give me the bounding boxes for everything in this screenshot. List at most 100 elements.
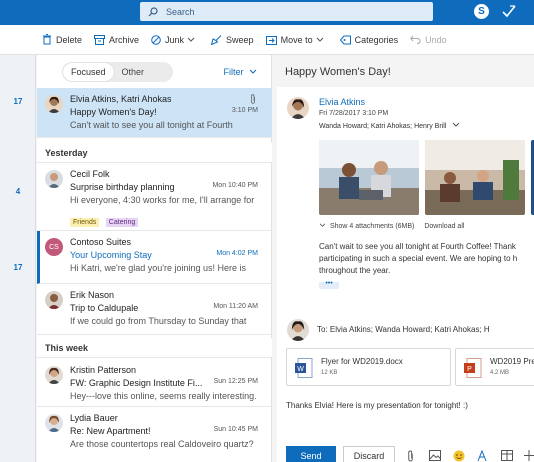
reply-recipients[interactable]: To: Elvia Atkins; Wanda Howard; Katri Ah… bbox=[317, 325, 490, 334]
message-time: Sun 10:45 PM bbox=[213, 426, 258, 433]
search-box[interactable]: Search bbox=[140, 2, 433, 21]
broom-icon bbox=[211, 34, 222, 45]
archive-label: Archive bbox=[109, 34, 140, 45]
avatar: CS bbox=[45, 238, 63, 256]
avatar bbox=[287, 319, 309, 341]
filter-button[interactable]: Filter bbox=[223, 67, 257, 77]
table-icon[interactable] bbox=[501, 450, 513, 461]
message-subject: Trip to Caldupale bbox=[70, 303, 139, 313]
discard-button[interactable]: Discard bbox=[343, 446, 395, 462]
avatar bbox=[45, 414, 63, 432]
message-subject: Re: New Apartment! bbox=[70, 426, 151, 436]
search-icon bbox=[148, 6, 158, 16]
message-sender: Cecil Folk bbox=[70, 169, 110, 179]
message-preview: Hey---love this online, seems really int… bbox=[70, 391, 257, 401]
reply-compose: To: Elvia Atkins; Wanda Howard; Katri Ah… bbox=[277, 308, 534, 462]
recipients-list: Wanda Howard; Katri Ahokas; Henry Brill bbox=[319, 123, 447, 130]
search-placeholder: Search bbox=[166, 6, 195, 17]
message-subject: Happy Women's Day! bbox=[70, 107, 157, 117]
junk-button[interactable]: Junk bbox=[151, 35, 199, 45]
chevron-down-icon bbox=[316, 37, 323, 42]
rail-date: 17 bbox=[13, 97, 23, 106]
message-time: 3:10 PM bbox=[231, 107, 258, 114]
move-to-label: Move to bbox=[280, 34, 313, 45]
sent-date: Fri 7/28/2017 3:10 PM bbox=[319, 110, 389, 117]
move-to-button[interactable]: Move to bbox=[265, 34, 328, 45]
list-item[interactable]: Cecil Folk Surprise birthday planning Mo… bbox=[37, 163, 272, 231]
sweep-button[interactable]: Sweep bbox=[211, 35, 254, 45]
avatar bbox=[45, 291, 63, 309]
tab-focused[interactable]: Focused bbox=[63, 63, 114, 81]
rail-date: 17 bbox=[13, 263, 23, 272]
feedback-check-icon[interactable] bbox=[501, 3, 517, 19]
show-more-button[interactable]: ••• bbox=[319, 280, 339, 289]
avatar bbox=[45, 95, 63, 113]
paperclip-icon bbox=[251, 94, 255, 104]
section-header-this-week: This week bbox=[37, 338, 272, 358]
message-time: Mon 11:20 AM bbox=[213, 303, 258, 310]
file-size: 4.2 MB bbox=[490, 370, 510, 376]
attachments-bar: Show 4 attachments (6MB) Download all bbox=[319, 223, 464, 230]
undo-button[interactable]: Undo bbox=[410, 35, 447, 45]
powerpoint-icon: P bbox=[464, 358, 482, 378]
list-item[interactable]: Erik Nason Trip to Caldupale Mon 11:20 A… bbox=[37, 284, 272, 335]
conversation-title: Happy Women's Day! bbox=[285, 66, 391, 78]
message-subject: Your Upcoming Stay bbox=[70, 250, 152, 260]
body-line: Can't wait to see you all tonight at Fou… bbox=[319, 242, 516, 251]
list-item[interactable]: Elvia Atkins, Katri Ahokas Happy Women's… bbox=[37, 88, 272, 138]
attachment-photo[interactable] bbox=[425, 140, 525, 215]
categories-label: Categories bbox=[354, 34, 399, 45]
download-all-link[interactable]: Download all bbox=[424, 223, 464, 230]
file-size: 12 KB bbox=[321, 370, 338, 376]
chevron-down-icon bbox=[187, 37, 195, 42]
date-rail: 17 4 17 bbox=[0, 55, 36, 462]
junk-label: Junk bbox=[165, 34, 185, 45]
message-preview: Hi everyone, 4:30 works for me, I'll arr… bbox=[70, 195, 255, 205]
inbox-pivot: Focused Other bbox=[62, 62, 173, 82]
attachment-photo[interactable] bbox=[319, 140, 419, 215]
message-preview: If we could go from Thursday to Sunday t… bbox=[70, 316, 247, 326]
reading-pane: Happy Women's Day! Elvia Atkins Fri 7/28… bbox=[272, 55, 534, 462]
chevron-down-icon bbox=[249, 69, 257, 74]
delete-button[interactable]: Delete bbox=[42, 34, 82, 45]
message-sender: Kristin Patterson bbox=[70, 365, 137, 375]
rail-date: 4 bbox=[15, 187, 21, 196]
more-options-icon[interactable] bbox=[524, 450, 534, 461]
message-sender: Lydia Bauer bbox=[70, 413, 118, 423]
message-preview: Hi Katri, we're glad you're joining us! … bbox=[70, 263, 247, 273]
body-line: participating in such a special event. W… bbox=[319, 254, 518, 263]
message-sender: Contoso Suites bbox=[70, 237, 132, 247]
reply-body[interactable]: Thanks Elvia! Here is my presentation fo… bbox=[286, 401, 468, 410]
send-button[interactable]: Send bbox=[286, 446, 336, 462]
image-icon[interactable] bbox=[429, 450, 441, 461]
sender-name[interactable]: Elvia Atkins bbox=[319, 97, 365, 107]
avatar bbox=[45, 170, 63, 188]
list-item[interactable]: CS Contoso Suites Your Upcoming Stay Mon… bbox=[37, 231, 272, 284]
message-time: Mon 10:40 PM bbox=[212, 182, 258, 189]
filter-label: Filter bbox=[223, 67, 244, 77]
emoji-icon[interactable] bbox=[453, 450, 465, 462]
file-name: Flyer for WD2019.docx bbox=[321, 357, 403, 366]
archive-button[interactable]: Archive bbox=[94, 34, 140, 45]
message-time: Mon 4:02 PM bbox=[216, 250, 258, 257]
list-item[interactable]: Lydia Bauer Re: New Apartment! Sun 10:45… bbox=[37, 407, 272, 462]
category-tag: Catering bbox=[105, 218, 139, 227]
list-item[interactable]: Kristin Patterson FW: Graphic Design Ins… bbox=[37, 359, 272, 407]
attached-file[interactable]: P WD2019 Pre 4.2 MB bbox=[455, 348, 534, 386]
svg-text:W: W bbox=[297, 366, 304, 373]
attached-file[interactable]: W Flyer for WD2019.docx 12 KB bbox=[286, 348, 451, 386]
expand-icon[interactable] bbox=[452, 122, 460, 128]
categories-button[interactable]: Categories bbox=[339, 34, 399, 45]
trash-icon bbox=[43, 34, 51, 45]
section-header-yesterday: Yesterday bbox=[37, 143, 272, 163]
tab-other[interactable]: Other bbox=[114, 63, 153, 81]
message-preview: Are those countertops real Caldoveiro qu… bbox=[70, 439, 254, 449]
delete-label: Delete bbox=[56, 34, 83, 45]
file-name: WD2019 Pre bbox=[490, 357, 534, 366]
format-text-icon[interactable] bbox=[477, 450, 489, 462]
attach-icon[interactable] bbox=[407, 450, 414, 462]
message-subject: Surprise birthday planning bbox=[70, 182, 175, 192]
skype-icon[interactable]: S bbox=[474, 4, 489, 19]
show-attachments-link[interactable]: Show 4 attachments (6MB) bbox=[330, 223, 414, 230]
command-bar: Delete Archive Junk Sweep Move to Catego… bbox=[0, 25, 534, 55]
